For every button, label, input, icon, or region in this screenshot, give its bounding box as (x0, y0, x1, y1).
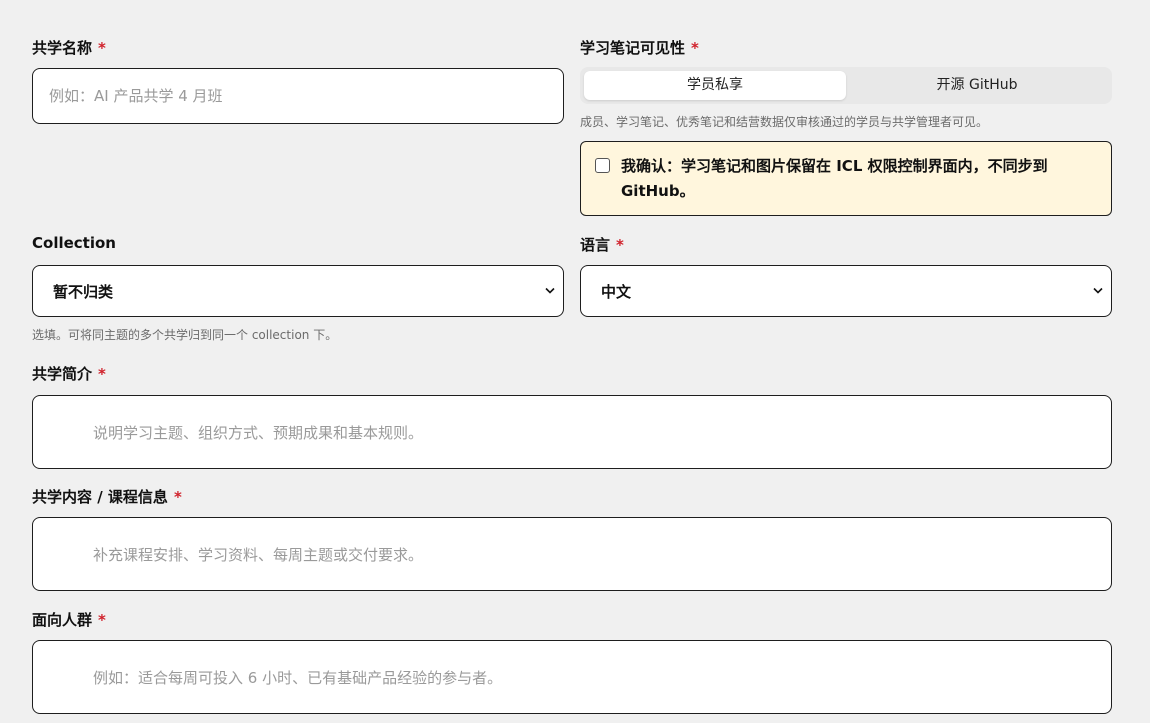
collection-help: 选填。可将同主题的多个共学归到同一个 collection 下。 (32, 328, 338, 342)
name-label-text: 共学名称 (32, 39, 93, 57)
language-label-text: 语言 (580, 236, 611, 254)
audience-textarea-box[interactable] (32, 640, 1112, 714)
language-label: 语言 * (580, 234, 624, 255)
name-label: 共学名称 * (32, 37, 106, 58)
required-mark: * (616, 236, 624, 254)
audience-label: 面向人群 * (32, 609, 106, 630)
intro-textarea[interactable] (33, 396, 1111, 468)
intro-textarea-box[interactable] (32, 395, 1112, 469)
visibility-help: 成员、学习笔记、优秀笔记和结营数据仅审核通过的学员与共学管理者可见。 (580, 115, 989, 129)
audience-textarea[interactable] (33, 641, 1111, 713)
collection-select[interactable]: 暂不归类 (32, 265, 564, 317)
collection-selected-value: 暂不归类 (53, 282, 114, 301)
visibility-label: 学习笔记可见性 * (580, 37, 699, 58)
intro-label: 共学简介 * (32, 363, 106, 384)
chevron-down-icon (545, 285, 555, 298)
content-label-text: 共学内容 / 课程信息 (32, 488, 168, 506)
audience-label-text: 面向人群 (32, 611, 93, 629)
content-label: 共学内容 / 课程信息 * (32, 486, 182, 507)
required-mark: * (98, 611, 106, 629)
visibility-option-private[interactable]: 学员私享 (584, 71, 846, 100)
intro-label-text: 共学简介 (32, 365, 93, 383)
content-textarea[interactable] (33, 518, 1111, 590)
name-input[interactable] (33, 69, 563, 123)
visibility-segmented-control: 学员私享 开源 GitHub (580, 67, 1112, 104)
visibility-label-text: 学习笔记可见性 (580, 39, 686, 57)
chevron-down-icon (1093, 285, 1103, 298)
collection-label: Collection (32, 234, 116, 252)
language-select[interactable]: 中文 (580, 265, 1112, 317)
language-selected-value: 中文 (601, 282, 632, 301)
required-mark: * (98, 365, 106, 383)
required-mark: * (173, 488, 182, 506)
confirm-checkbox[interactable] (595, 158, 610, 173)
content-textarea-box[interactable] (32, 517, 1112, 591)
visibility-option-github[interactable]: 开源 GitHub (846, 71, 1108, 100)
required-mark: * (691, 39, 699, 57)
name-input-box[interactable] (32, 68, 564, 124)
confirm-text: 我确认：学习笔记和图片保留在 ICL 权限控制界面内，不同步到 GitHub。 (621, 157, 1048, 200)
required-mark: * (98, 39, 106, 57)
confirm-notice: 我确认：学习笔记和图片保留在 ICL 权限控制界面内，不同步到 GitHub。 (580, 141, 1112, 216)
